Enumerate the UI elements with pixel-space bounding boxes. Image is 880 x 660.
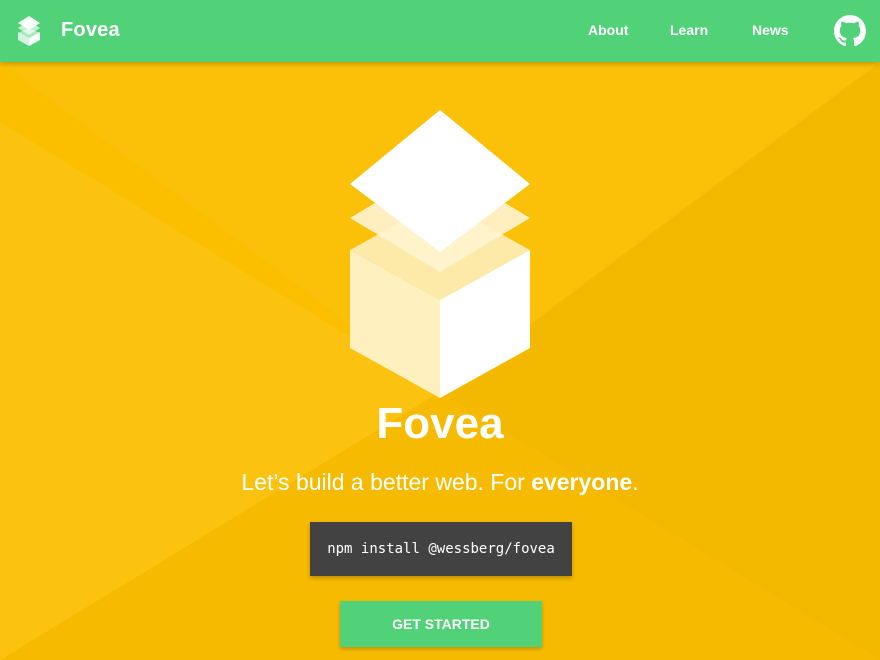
nav-link-news[interactable]: News [752, 22, 789, 38]
brand-name[interactable]: Fovea [61, 19, 120, 42]
tagline-period: . [632, 469, 639, 495]
hero-tagline: Let’s build a better web. For everyone. [0, 469, 880, 496]
install-command-box: npm install @wessberg/fovea [310, 522, 572, 576]
stacked-squares-logo-icon[interactable] [18, 16, 40, 46]
hero-section: Fovea Let’s build a better web. For ever… [0, 62, 880, 660]
top-navbar: Fovea About Learn News [0, 0, 880, 62]
stacked-cube-logo-icon [350, 110, 530, 398]
nav-link-about[interactable]: About [588, 22, 628, 38]
github-icon[interactable] [834, 15, 866, 47]
get-started-button[interactable]: GET STARTED [340, 601, 542, 647]
tagline-emphasis: everyone [531, 469, 633, 495]
tagline-text: Let’s build a better web. For [241, 469, 532, 495]
install-command[interactable]: npm install @wessberg/fovea [310, 522, 572, 576]
hero-title: Fovea [376, 399, 504, 448]
nav-link-learn[interactable]: Learn [670, 22, 708, 38]
